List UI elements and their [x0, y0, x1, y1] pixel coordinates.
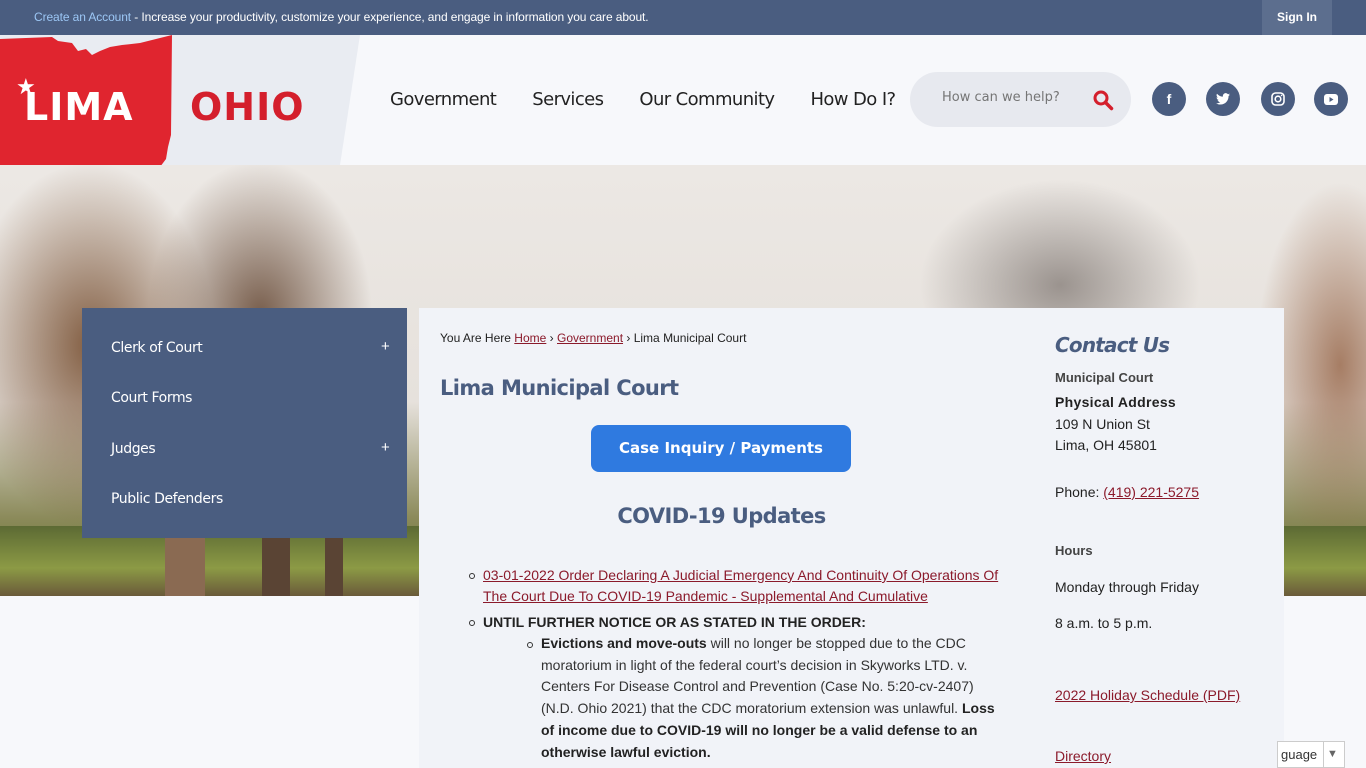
directory-link[interactable]: Directory — [1055, 748, 1111, 764]
expand-plus-icon[interactable]: + — [381, 439, 390, 456]
create-account-link[interactable]: Create an Account — [34, 10, 131, 24]
nav-services[interactable]: Services — [532, 89, 604, 110]
main-content: You Are Here Home › Government › Lima Mu… — [419, 308, 1284, 768]
list-item: UNTIL FURTHER NOTICE OR AS STATED IN THE… — [469, 612, 1009, 763]
sub-list: Evictions and move-outs will no longer b… — [527, 633, 1007, 763]
logo-lima-text: LIMA — [24, 85, 134, 129]
sign-in-button[interactable]: Sign In — [1262, 0, 1332, 35]
covid-updates-list: 03-01-2022 Order Declaring A Judicial Em… — [469, 565, 1009, 768]
side-nav: Clerk of Court + Court Forms Judges + Pu… — [82, 308, 407, 538]
youtube-play-icon — [1324, 93, 1338, 105]
phone-link[interactable]: (419) 221-5275 — [1103, 484, 1199, 500]
breadcrumb-separator: › — [626, 331, 631, 345]
language-select[interactable]: guage ▼ — [1277, 741, 1345, 768]
until-notice-text: UNTIL FURTHER NOTICE OR AS STATED IN THE… — [483, 614, 866, 630]
list-item: Evictions and move-outs will no longer b… — [527, 633, 1007, 763]
order-link[interactable]: 03-01-2022 Order Declaring A Judicial Em… — [483, 567, 998, 604]
sidenav-item-public-defenders[interactable]: Public Defenders — [111, 491, 223, 507]
logo-ohio-text: OHIO — [190, 85, 305, 129]
instagram-icon[interactable] — [1261, 82, 1295, 116]
sidenav-item-judges[interactable]: Judges — [111, 441, 156, 457]
search-input[interactable] — [942, 90, 1082, 105]
breadcrumb-government[interactable]: Government — [557, 331, 623, 345]
covid-updates-heading: COVID-19 Updates — [617, 504, 826, 528]
nav-how-do-i[interactable]: How Do I? — [810, 89, 896, 110]
sidenav-item-court-forms[interactable]: Court Forms — [111, 390, 192, 406]
facebook-icon[interactable]: f — [1152, 82, 1186, 116]
address-street: 109 N Union St — [1055, 416, 1150, 432]
breadcrumb-prefix: You Are Here — [440, 331, 511, 345]
contact-us-heading: Contact Us — [1055, 333, 1170, 357]
main-nav: Government Services Our Community How Do… — [390, 89, 932, 110]
holiday-schedule-link[interactable]: 2022 Holiday Schedule (PDF) — [1055, 687, 1240, 703]
breadcrumb: You Are Here Home › Government › Lima Mu… — [440, 331, 746, 345]
address-city: Lima, OH 45801 — [1055, 437, 1157, 453]
contact-department: Municipal Court — [1055, 370, 1154, 385]
breadcrumb-separator: › — [549, 331, 554, 345]
twitter-icon[interactable] — [1206, 82, 1240, 116]
account-promo: Create an Account - Increase your produc… — [34, 10, 649, 24]
top-bar: Create an Account - Increase your produc… — [0, 0, 1366, 35]
promo-text: - Increase your productivity, customize … — [131, 10, 649, 24]
phone-label: Phone: — [1055, 484, 1104, 500]
address-label: Physical Address — [1055, 394, 1177, 410]
instagram-camera-icon — [1271, 92, 1285, 106]
language-label: guage — [1281, 747, 1318, 762]
twitter-bird-icon — [1216, 93, 1230, 105]
breadcrumb-current: Lima Municipal Court — [633, 331, 747, 345]
hours-days: Monday through Friday — [1055, 579, 1199, 595]
sidenav-item-clerk-of-court[interactable]: Clerk of Court — [111, 340, 203, 356]
search-box — [910, 72, 1131, 127]
breadcrumb-home[interactable]: Home — [514, 331, 546, 345]
page-title: Lima Municipal Court — [440, 376, 679, 400]
nav-our-community[interactable]: Our Community — [639, 89, 775, 110]
nav-government[interactable]: Government — [390, 89, 497, 110]
site-header: ★ LIMA OHIO Government Services Our Comm… — [0, 35, 1366, 215]
list-item: 03-01-2022 Order Declaring A Judicial Em… — [469, 565, 1009, 607]
phone-row: Phone: (419) 221-5275 — [1055, 484, 1199, 500]
youtube-icon[interactable] — [1314, 82, 1348, 116]
holiday-schedule-row: 2022 Holiday Schedule (PDF) — [1055, 687, 1240, 703]
evictions-bold: Evictions and move-outs — [541, 635, 707, 651]
dropdown-arrow-icon: ▼ — [1323, 742, 1341, 767]
tree-trunk — [325, 536, 343, 596]
hours-time: 8 a.m. to 5 p.m. — [1055, 615, 1153, 631]
hours-label: Hours — [1055, 543, 1093, 558]
search-icon[interactable] — [1092, 89, 1114, 111]
case-inquiry-payments-button[interactable]: Case Inquiry / Payments — [591, 425, 851, 472]
expand-plus-icon[interactable]: + — [381, 338, 390, 355]
directory-row: Directory — [1055, 748, 1111, 764]
